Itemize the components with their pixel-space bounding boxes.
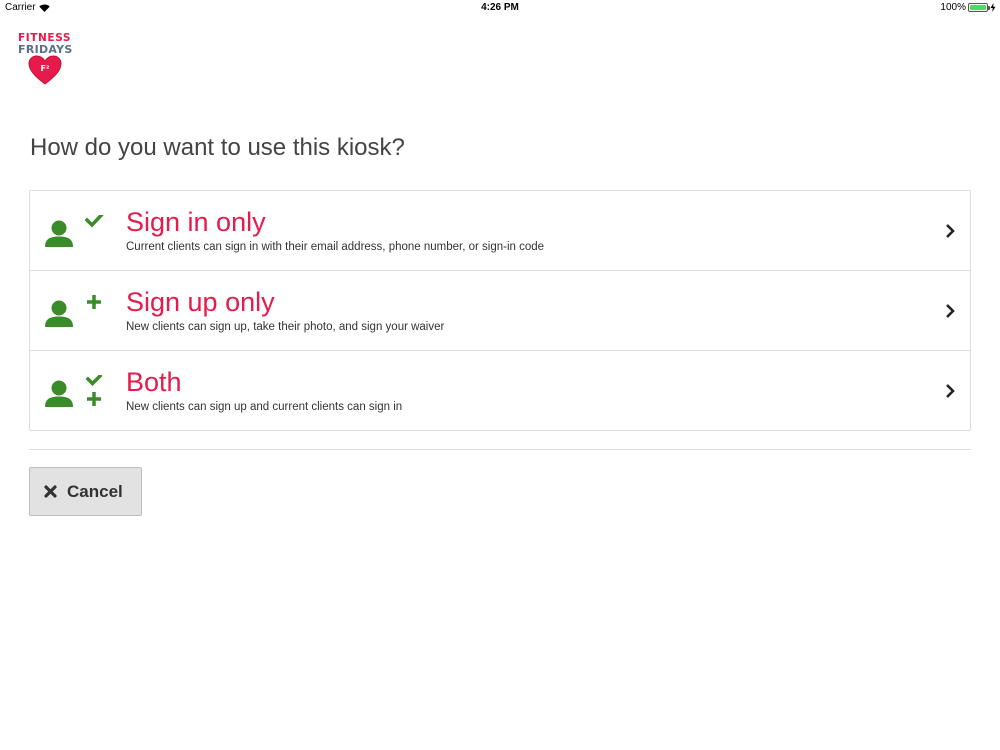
- cancel-label: Cancel: [67, 481, 123, 501]
- charging-bolt-icon: [990, 3, 996, 12]
- user-check-icon: [45, 215, 104, 247]
- logo-mark: F²: [41, 64, 50, 73]
- close-icon: [44, 485, 57, 498]
- option-description: New clients can sign up and current clie…: [126, 401, 403, 413]
- option-sign-in-only[interactable]: Sign in only Current clients can sign in…: [30, 191, 970, 271]
- chevron-right-icon: [946, 224, 955, 238]
- page-title: How do you want to use this kiosk?: [30, 134, 405, 161]
- heart-logo-icon: F²: [28, 55, 62, 85]
- option-title: Both: [126, 367, 182, 397]
- chevron-right-icon: [946, 304, 955, 318]
- status-bar: Carrier 4:26 PM 100%: [0, 0, 1000, 16]
- divider: [29, 449, 971, 450]
- logo-line-2: FRIDAYS: [18, 43, 73, 56]
- option-title: Sign up only: [126, 287, 275, 317]
- kiosk-mode-options: Sign in only Current clients can sign in…: [29, 190, 971, 431]
- user-check-plus-icon: [45, 375, 103, 407]
- chevron-right-icon: [946, 384, 955, 398]
- user-plus-icon: [45, 295, 101, 327]
- fitness-fridays-logo: FITNESS FRIDAYS F²: [18, 33, 78, 89]
- battery-icon: [968, 3, 990, 12]
- option-title: Sign in only: [126, 207, 266, 237]
- option-both[interactable]: Both New clients can sign up and current…: [30, 351, 970, 430]
- option-description: Current clients can sign in with their e…: [126, 241, 545, 253]
- battery-percent: 100%: [940, 2, 966, 13]
- cancel-button[interactable]: Cancel: [29, 467, 142, 516]
- clock: 4:26 PM: [481, 2, 519, 13]
- status-bar-right: 100%: [940, 2, 996, 13]
- option-sign-up-only[interactable]: Sign up only New clients can sign up, ta…: [30, 271, 970, 351]
- option-description: New clients can sign up, take their phot…: [126, 321, 445, 333]
